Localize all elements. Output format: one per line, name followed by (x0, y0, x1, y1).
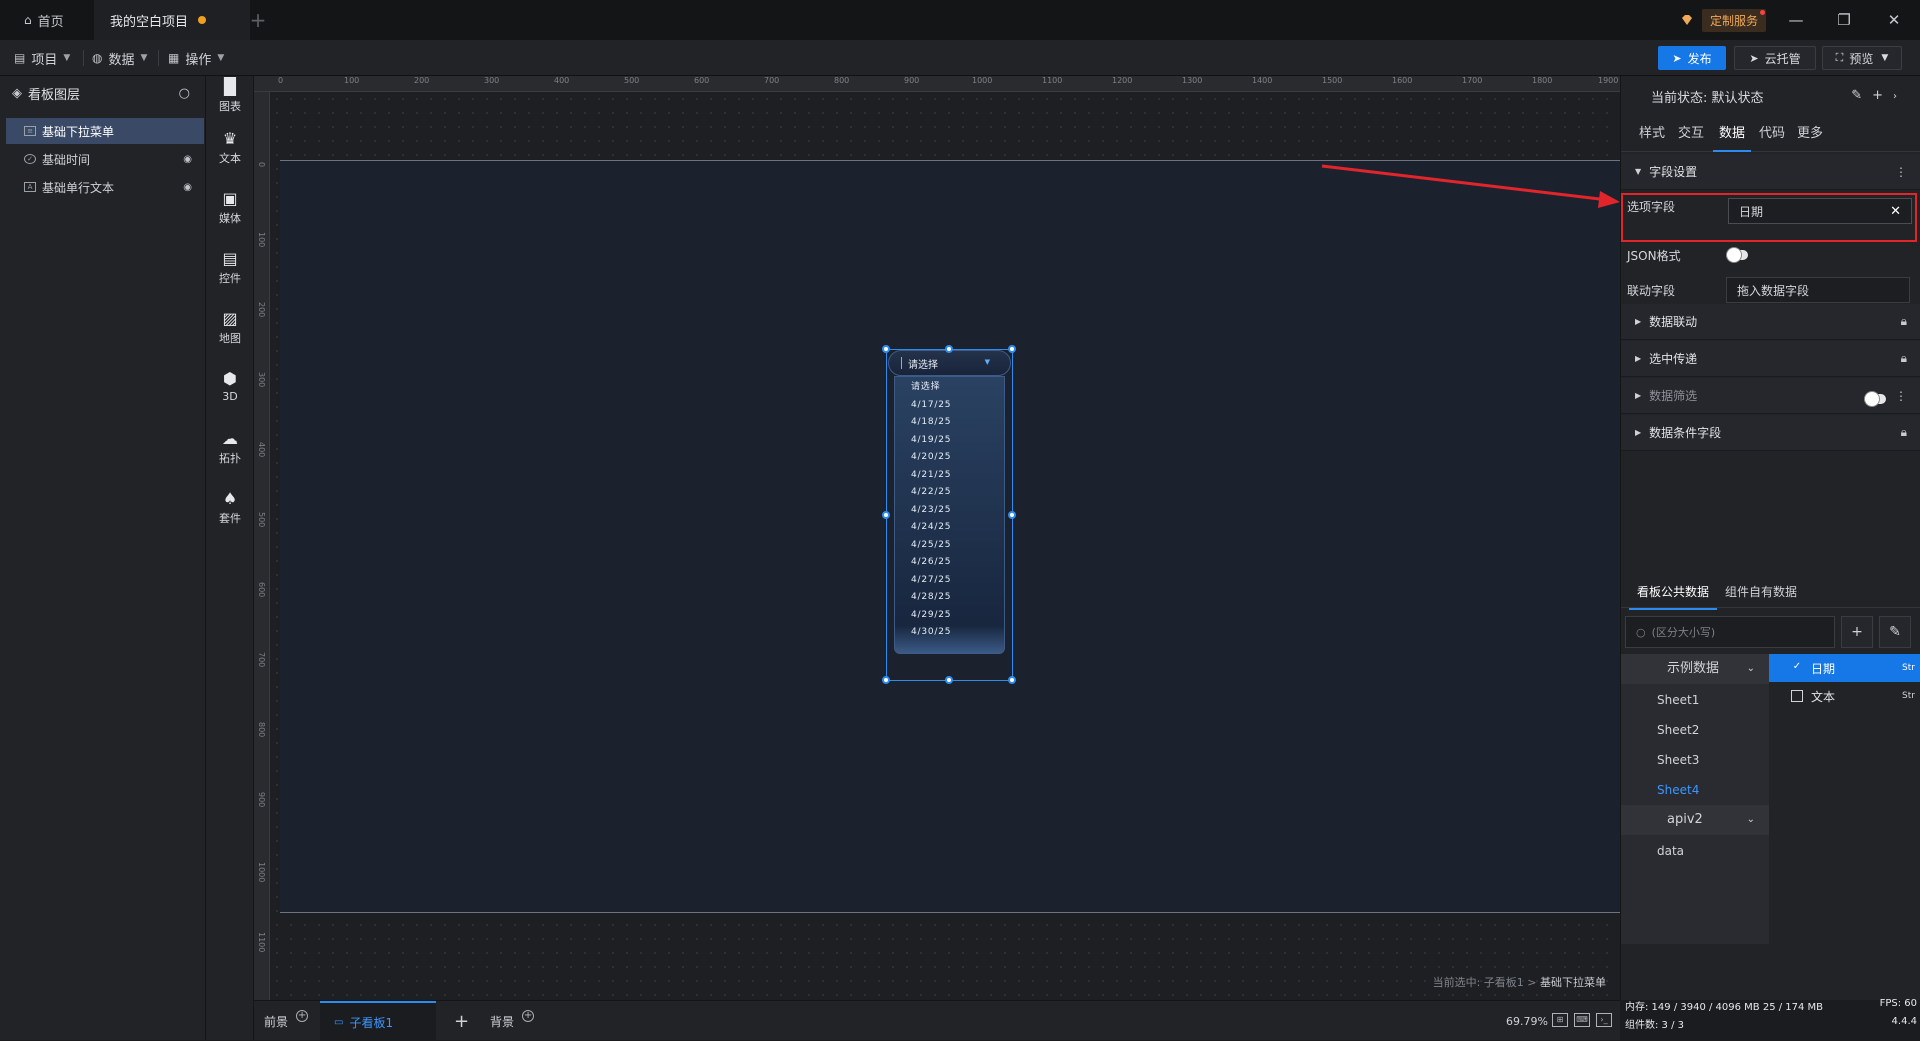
annotation-arrow (1321, 164, 1620, 208)
arrow-head (1598, 191, 1620, 208)
arrow-line (1321, 164, 1609, 202)
